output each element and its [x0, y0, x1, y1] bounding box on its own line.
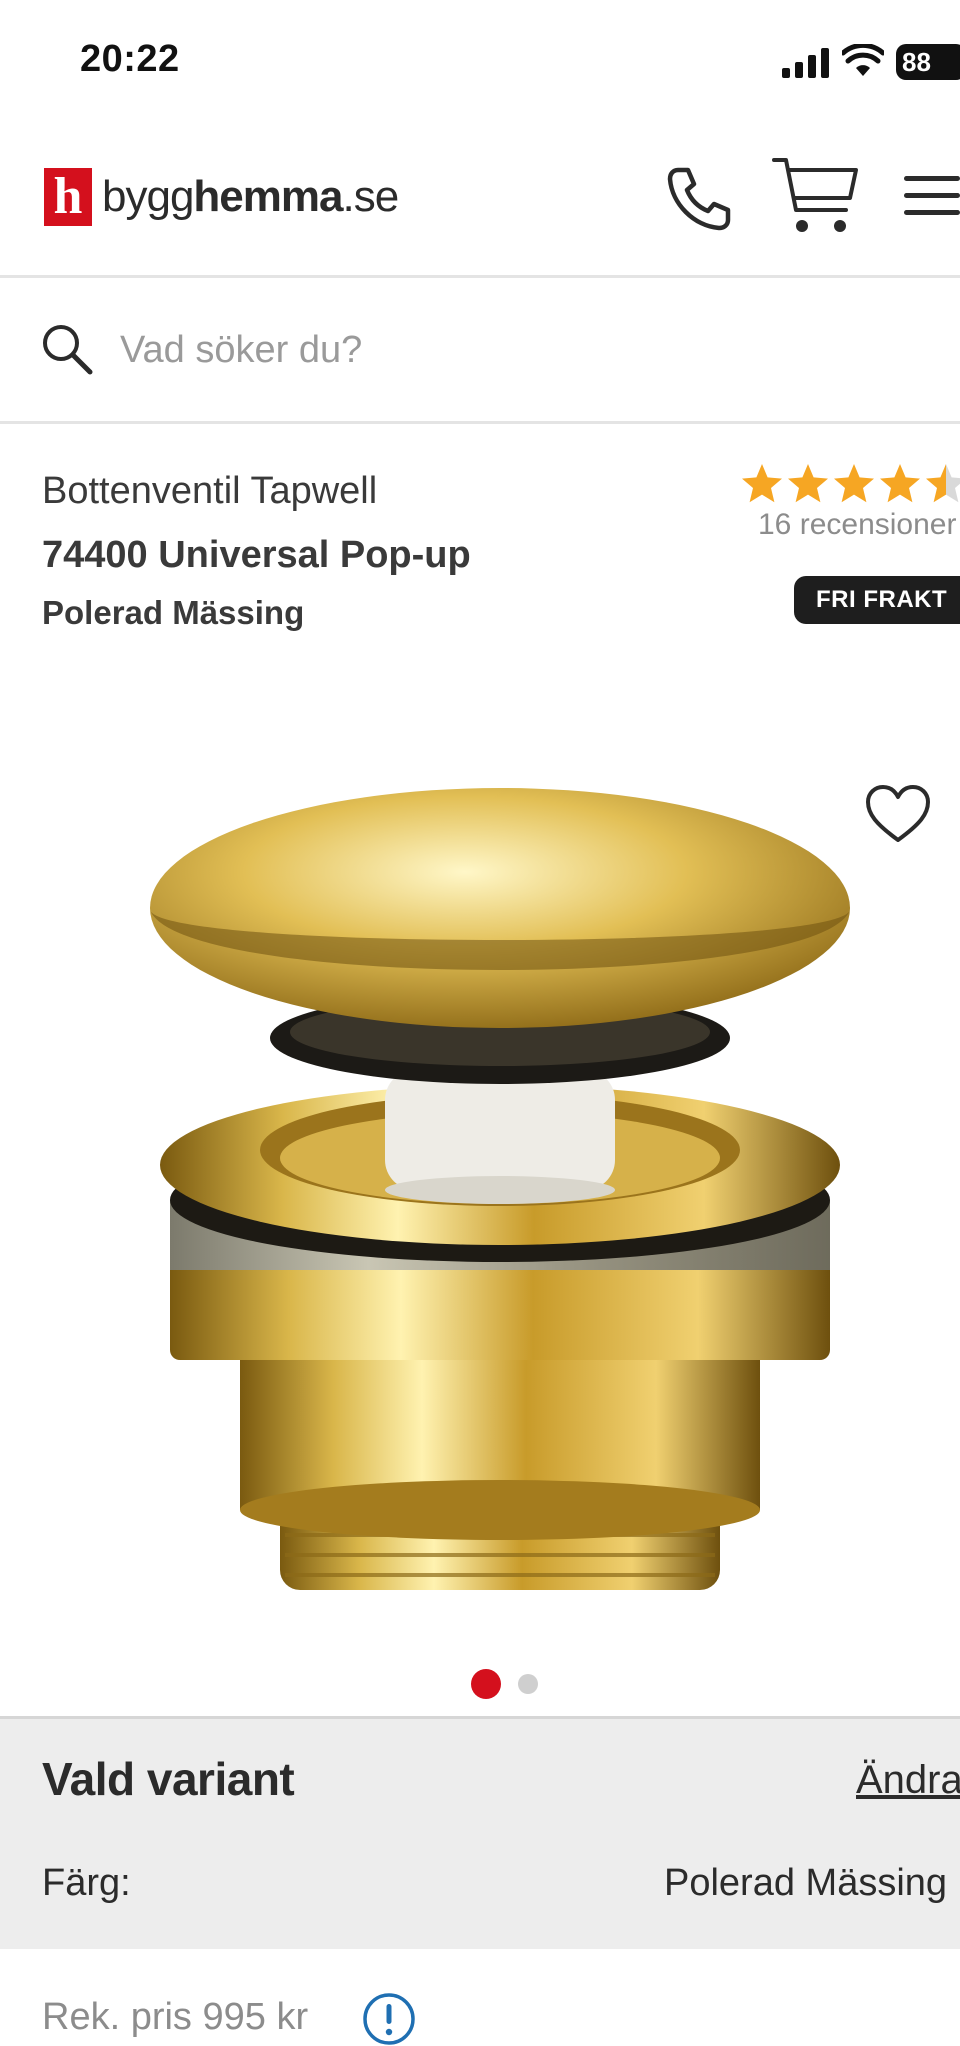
phone-icon[interactable] — [664, 164, 734, 234]
pagination-dot — [518, 1674, 538, 1694]
rating-stars[interactable] — [740, 462, 960, 506]
change-variant-link[interactable]: Ändra — [856, 1758, 960, 1803]
search-input[interactable] — [120, 320, 940, 380]
star-icon — [788, 464, 828, 503]
image-pagination[interactable] — [470, 1668, 550, 1700]
recommended-price: Rek. pris 995 kr — [42, 1996, 309, 2038]
star-half-icon — [926, 464, 960, 503]
free-shipping-badge: FRI FRAKT — [794, 576, 960, 624]
battery-level: 88 — [896, 44, 960, 80]
star-icon — [742, 464, 782, 503]
logo-text-bold: hemma — [193, 172, 343, 221]
logo-mark[interactable]: h — [44, 168, 92, 226]
color-label: Färg: — [42, 1862, 131, 1904]
logo-text[interactable]: bygghemma.se — [102, 172, 400, 222]
product-variant: Polerad Mässing — [42, 594, 305, 631]
product-brand: Bottenventil Tapwell — [42, 470, 378, 512]
cart-icon[interactable] — [770, 154, 860, 238]
battery-indicator: 88 — [896, 44, 960, 82]
status-time: 20:22 — [80, 38, 180, 80]
logo-mark-letter: h — [53, 168, 83, 225]
reviews-count[interactable]: 16 recensioner — [758, 508, 956, 542]
wifi-icon — [842, 44, 884, 76]
pagination-dot-active — [471, 1669, 501, 1699]
header-divider — [0, 275, 960, 278]
favorite-heart-icon[interactable] — [864, 784, 932, 844]
search-divider — [0, 421, 960, 424]
logo-text-tld: .se — [342, 172, 400, 221]
product-model: 74400 Universal Pop-up — [42, 534, 471, 576]
color-value: Polerad Mässing — [664, 1862, 948, 1904]
logo-text-light: bygg — [102, 172, 194, 221]
product-image[interactable] — [140, 770, 860, 1640]
signal-icon — [782, 48, 829, 78]
star-icon — [834, 464, 874, 503]
info-icon[interactable] — [362, 1992, 416, 2046]
menu-icon[interactable] — [904, 172, 960, 220]
star-icon — [880, 464, 920, 503]
selected-variant-panel — [0, 1716, 960, 1949]
search-icon — [43, 325, 93, 375]
variant-title: Vald variant — [42, 1753, 295, 1805]
